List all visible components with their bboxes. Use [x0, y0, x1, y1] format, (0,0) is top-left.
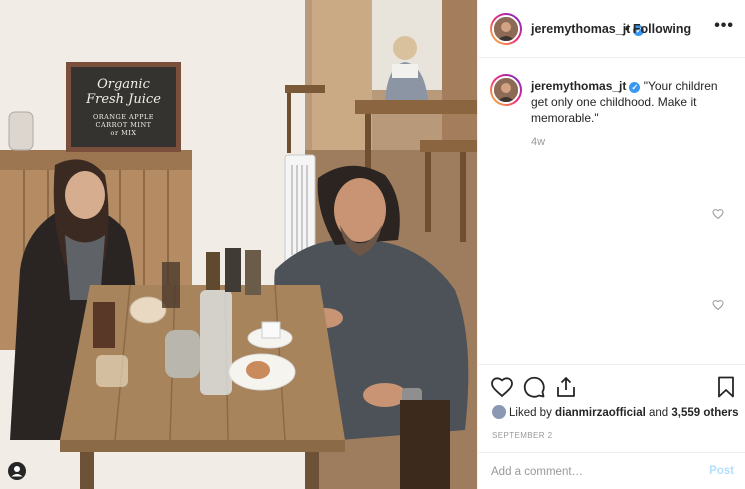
following-button[interactable]: • Following: [625, 22, 691, 36]
liked-by-username[interactable]: dianmirzaofficial: [555, 407, 646, 419]
liker-avatar[interactable]: [492, 405, 506, 419]
caption-author-avatar[interactable]: [490, 74, 522, 106]
add-comment-bar: Post: [478, 452, 745, 489]
likes-count-link[interactable]: 3,559 others: [671, 407, 738, 419]
chalkboard-line-1: Organic: [97, 77, 150, 92]
author-avatar[interactable]: [490, 13, 522, 45]
comment-input[interactable]: [491, 463, 691, 481]
bookmark-icon[interactable]: [714, 375, 738, 399]
comment-icon[interactable]: [522, 375, 546, 399]
likes-suffix: and: [649, 407, 669, 419]
post-actions: Liked by dianmirzaofficial and 3,559 oth…: [478, 364, 745, 464]
chalkboard-line-2: Fresh Juice: [86, 92, 161, 107]
verified-badge-icon: ✓: [629, 82, 641, 93]
chalkboard-menu: Organic Fresh Juice ORANGE APPLE CARROT …: [71, 67, 176, 147]
comment-like-heart-icon[interactable]: [712, 208, 724, 220]
post-date[interactable]: SEPTEMBER 2: [492, 431, 552, 440]
chalkboard-line-5: or MIX: [110, 129, 137, 137]
caption-username[interactable]: jeremythomas_jt: [531, 79, 626, 93]
tagged-user-icon[interactable]: [8, 462, 26, 480]
avatar-photo-icon: [494, 78, 518, 102]
post-caption: jeremythomas_jt ✓ "Your children get only…: [531, 78, 731, 126]
post-sidebar: jeremythomas_jt ✓ • Following ••• jeremyt…: [477, 0, 745, 489]
post-comment-button[interactable]: Post: [709, 465, 734, 477]
author-username[interactable]: jeremythomas_jt: [531, 22, 630, 36]
chalkboard-line-3: ORANGE APPLE: [92, 113, 155, 121]
heart-icon[interactable]: [490, 375, 514, 399]
avatar-photo-icon: [494, 17, 518, 41]
comment-like-heart-icon[interactable]: [712, 299, 724, 311]
share-icon[interactable]: [554, 375, 578, 399]
post-age[interactable]: 4w: [531, 136, 545, 148]
likes-prefix: Liked by: [509, 407, 552, 419]
post-header: jeremythomas_jt ✓ • Following •••: [478, 0, 745, 58]
likes-summary: Liked by dianmirzaofficial and 3,559 oth…: [492, 405, 739, 419]
more-options-icon[interactable]: •••: [714, 17, 734, 35]
post-photo[interactable]: Organic Fresh Juice ORANGE APPLE CARROT …: [0, 0, 477, 489]
chalkboard-line-4: CARROT MINT: [95, 121, 152, 129]
comments-section: jeremythomas_jt ✓ "Your children get only…: [478, 58, 745, 364]
